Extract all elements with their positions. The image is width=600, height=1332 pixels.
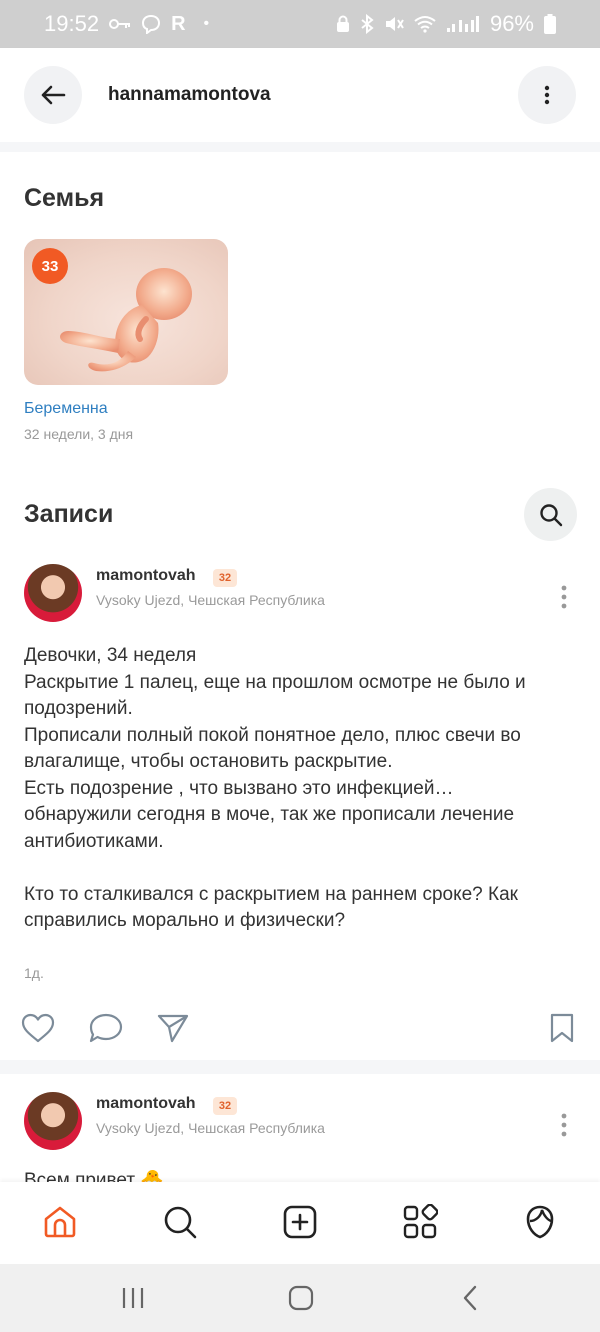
search-icon (164, 1206, 197, 1239)
system-back-button[interactable] (450, 1280, 490, 1316)
send-icon (157, 1014, 189, 1043)
post-author[interactable]: mamontovah (96, 1095, 196, 1113)
nav-home[interactable] (38, 1200, 82, 1244)
arrow-left-icon (41, 85, 66, 105)
back-icon (463, 1285, 477, 1311)
posts-search-button[interactable] (524, 488, 577, 541)
signal-icon (446, 16, 479, 32)
recent-apps-button[interactable] (113, 1280, 153, 1316)
more-vertical-icon (561, 1113, 567, 1137)
apps-icon (403, 1204, 438, 1239)
status-time: 19:52 (44, 11, 100, 36)
pregnancy-week-badge: 33 (32, 248, 68, 284)
key-icon (109, 19, 131, 29)
avatar[interactable] (24, 564, 82, 622)
share-button[interactable] (153, 1008, 193, 1048)
post-preview-text: Всем привет 🐣 (24, 1170, 165, 1182)
post-separator (0, 1060, 600, 1074)
post-line: подозрений. (24, 698, 133, 719)
post-line-blank (24, 855, 580, 882)
profile-username: hannamamontova (108, 84, 271, 105)
search-icon (539, 503, 562, 526)
post-location: Vysoky Ujezd, Чешская Республика (96, 592, 325, 608)
pregnancy-duration: 32 недели, 3 дня (24, 426, 134, 442)
mute-icon (385, 17, 404, 31)
profile-header: hannamamontova (0, 48, 600, 142)
post-line: Прописали полный покой понятное дело, пл… (24, 724, 521, 746)
battery-text: 96% (489, 11, 534, 36)
carrier-letter: R (171, 12, 186, 35)
post-line: влагалище, чтобы остановить раскрытие. (24, 751, 393, 772)
comment-button[interactable] (86, 1008, 126, 1048)
post-actions (0, 1008, 600, 1050)
add-icon (283, 1205, 317, 1239)
wifi-icon (414, 16, 436, 33)
recent-apps-icon (122, 1288, 144, 1308)
post-line: антибиотиками. (24, 830, 164, 852)
post-line: Девочки, 34 неделя (24, 645, 197, 666)
header-divider (0, 142, 600, 152)
post-line: обнаружили сегодня в моче, так же пропис… (24, 804, 515, 825)
family-section-title: Семья (24, 184, 105, 212)
profile-icon (526, 1205, 554, 1239)
author-week-badge: 32 (213, 1097, 237, 1115)
post-more-button[interactable] (552, 1110, 576, 1140)
lock-icon (336, 15, 349, 32)
more-vertical-icon (544, 85, 550, 105)
more-vertical-icon (561, 585, 567, 609)
status-bar: 19:52 R • 96% (0, 0, 600, 48)
bookmark-button[interactable] (542, 1008, 582, 1048)
viber-icon (142, 14, 161, 34)
nav-services[interactable] (398, 1200, 442, 1244)
bluetooth-icon (361, 14, 374, 34)
comment-icon (89, 1013, 123, 1043)
home-icon (44, 1206, 76, 1238)
nav-search[interactable] (158, 1200, 202, 1244)
pregnancy-card[interactable]: 33 (24, 239, 228, 385)
post-line: Раскрытие 1 палец, еще на прошлом осмотр… (24, 671, 526, 693)
post-more-button[interactable] (552, 582, 576, 612)
bottom-navigation (0, 1182, 600, 1264)
status-right: 96% (336, 11, 556, 37)
post-body: Девочки, 34 неделя Раскрытие 1 палец, ещ… (24, 643, 580, 935)
status-left: 19:52 R • (44, 11, 209, 37)
system-navigation (0, 1264, 600, 1332)
post-author[interactable]: mamontovah (96, 567, 196, 585)
nav-add-post[interactable] (278, 1200, 322, 1244)
bookmark-icon (550, 1013, 574, 1043)
nav-profile[interactable] (518, 1200, 562, 1244)
post-location: Vysoky Ujezd, Чешская Республика (96, 1120, 325, 1136)
post-line: Кто то сталкивался с раскрытием на ранне… (24, 883, 518, 905)
system-home-button[interactable] (281, 1280, 321, 1316)
pregnancy-status-link[interactable]: Беременна (24, 400, 108, 418)
avatar[interactable] (24, 1092, 82, 1150)
home-button-icon (288, 1285, 314, 1311)
more-options-button[interactable] (518, 66, 576, 124)
post-line: справились морально и физически? (24, 910, 346, 931)
posts-section-title: Записи (24, 500, 114, 528)
post-timestamp: 1д. (24, 965, 44, 981)
author-week-badge: 32 (213, 569, 237, 587)
back-button[interactable] (24, 66, 82, 124)
battery-icon (544, 14, 556, 34)
status-dot: • (203, 15, 210, 32)
heart-icon (21, 1013, 55, 1043)
like-button[interactable] (18, 1008, 58, 1048)
post-line: Есть подозрение , что вызвано это инфекц… (24, 777, 454, 799)
